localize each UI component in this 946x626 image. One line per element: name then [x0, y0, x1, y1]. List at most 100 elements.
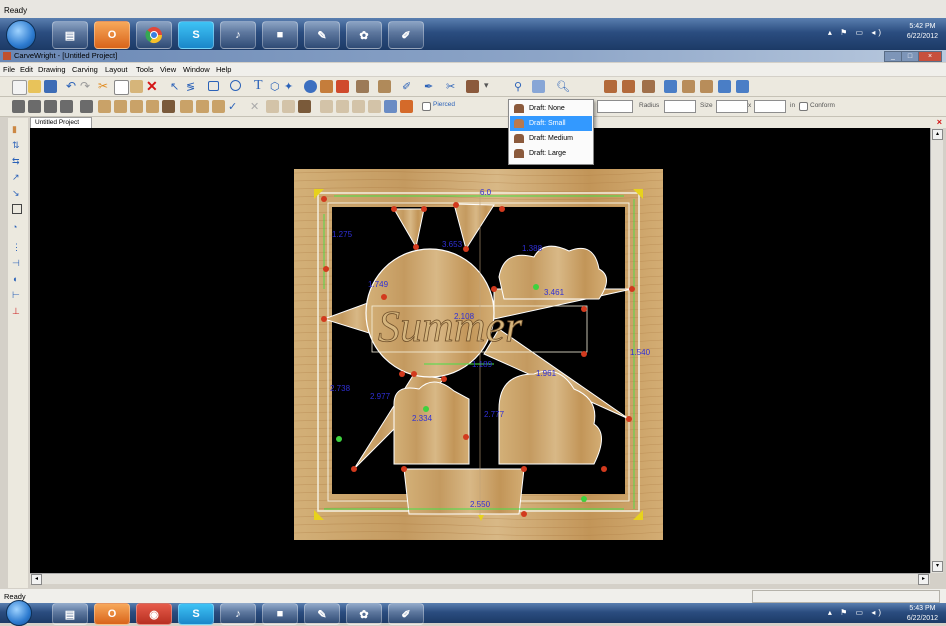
itunes-taskbar-icon[interactable]: ♪ [220, 603, 256, 625]
r-icon[interactable] [622, 80, 635, 93]
weld-icon[interactable] [80, 100, 93, 113]
skype-taskbar-icon[interactable]: S [178, 603, 214, 625]
board-texture-icon-1[interactable] [98, 100, 111, 113]
menu-help[interactable]: Help [216, 65, 231, 74]
maximize-button[interactable]: □ [901, 51, 919, 62]
skype-taskbar-icon[interactable]: S [178, 21, 214, 49]
vertical-scrollbar[interactable]: ▴ ▾ [930, 128, 943, 573]
undo-icon[interactable]: ↶ [66, 80, 79, 93]
outlook-taskbar-icon[interactable]: O [94, 21, 130, 49]
outlook-taskbar-icon[interactable]: O [94, 603, 130, 625]
select-arrow-icon[interactable]: ↖ [170, 80, 183, 93]
minimize-button[interactable]: _ [884, 51, 902, 62]
globe-icon[interactable] [304, 80, 317, 93]
cutout-icon[interactable]: ✂ [446, 80, 459, 93]
layout-icon-1[interactable] [664, 80, 677, 93]
align-icon-3[interactable] [212, 100, 225, 113]
paste-icon[interactable] [130, 80, 143, 93]
vertical-tool-3-icon[interactable]: ⇆ [12, 156, 23, 167]
freehand-tool-icon[interactable]: ✦ [284, 80, 297, 93]
menu-drawing[interactable]: Drawing [38, 65, 66, 74]
disabled-tool-icon[interactable]: ✕ [250, 100, 263, 113]
menu-view[interactable]: View [160, 65, 176, 74]
open-folder-icon[interactable] [28, 80, 41, 93]
scroll-left-button[interactable]: ◂ [31, 574, 42, 585]
brush-icon[interactable]: ✐ [402, 80, 415, 93]
close-button[interactable]: × [918, 51, 942, 62]
explorer-taskbar-icon[interactable]: ▤ [52, 603, 88, 625]
f-icon[interactable] [604, 80, 617, 93]
vertical-tool-8-icon[interactable]: ⋮ [12, 242, 23, 253]
view-3d-icon[interactable] [532, 80, 545, 93]
layout-icon-4[interactable] [718, 80, 731, 93]
start-button-bottom[interactable] [6, 600, 32, 626]
vertical-tool-7-icon[interactable]: ◔ [12, 222, 23, 233]
radius-field[interactable] [664, 100, 696, 113]
zoom-icon[interactable]: 🔍︎ [556, 80, 570, 93]
stack-icon-1[interactable] [266, 100, 279, 113]
vertical-tool-4-icon[interactable]: ↗ [12, 172, 23, 183]
media-taskbar-icon[interactable]: ■ [262, 21, 298, 49]
menu-carving[interactable]: Carving [72, 65, 98, 74]
draft-value-field[interactable] [597, 100, 633, 113]
save-icon[interactable] [44, 80, 57, 93]
close-document-icon[interactable]: × [937, 117, 942, 127]
pattern-fill-icon[interactable] [384, 100, 397, 113]
clock-bottom[interactable]: 5:43 PM 6/22/2012 [907, 604, 938, 624]
text-tool-icon[interactable]: T [254, 78, 267, 93]
board-texture-icon-5[interactable] [162, 100, 175, 113]
vertical-tool-9-icon[interactable]: ⊣ [12, 258, 23, 269]
mirror-icon-3[interactable] [352, 100, 365, 113]
mirror-icon-2[interactable] [336, 100, 349, 113]
layout-icon-3[interactable] [700, 80, 713, 93]
pen-icon[interactable]: ✒ [424, 80, 437, 93]
conform-checkbox[interactable] [799, 102, 808, 111]
stack-icon-3[interactable] [298, 100, 311, 113]
board-icon[interactable] [642, 80, 655, 93]
vertical-tool-12-icon[interactable]: ⊥ [12, 306, 23, 317]
scroll-right-button[interactable]: ▸ [918, 574, 929, 585]
menu-tools[interactable]: Tools [136, 65, 154, 74]
texture-icon[interactable] [378, 80, 391, 93]
vertical-tool-6-icon[interactable] [12, 204, 22, 214]
chrome-taskbar-icon[interactable]: ◉ [136, 603, 172, 625]
align-icon-1[interactable] [180, 100, 193, 113]
subtract-icon[interactable] [60, 100, 73, 113]
layout-icon-5[interactable] [736, 80, 749, 93]
vertical-tool-11-icon[interactable]: ⊢ [12, 290, 23, 301]
vertical-tool-1-icon[interactable]: ▮ [12, 124, 23, 135]
board-texture-icon-3[interactable] [130, 100, 143, 113]
ungroup-icon[interactable] [28, 100, 41, 113]
mirror-icon-1[interactable] [320, 100, 333, 113]
paint-taskbar-icon[interactable]: ✎ [304, 21, 340, 49]
layout-icon-2[interactable] [682, 80, 695, 93]
notepad-taskbar-icon[interactable]: ✐ [388, 21, 424, 49]
group-icon[interactable] [12, 100, 25, 113]
wood-board[interactable]: Summer 6.0 1.275 3.653 1.388 3.461 1.749… [294, 169, 663, 540]
ellipse-tool-icon[interactable] [230, 80, 241, 91]
draft-none-item[interactable]: Draft: None [510, 101, 592, 116]
polygon-tool-icon[interactable]: ⬡ [270, 80, 283, 93]
chrome-taskbar-icon[interactable] [136, 21, 172, 49]
measure-icon[interactable]: ✓ [228, 100, 241, 113]
new-file-icon[interactable] [12, 80, 27, 95]
board-texture-icon-2[interactable] [114, 100, 127, 113]
paint-taskbar-icon[interactable]: ✎ [304, 603, 340, 625]
menu-edit[interactable]: Edit [20, 65, 33, 74]
scroll-up-button[interactable]: ▴ [932, 129, 943, 140]
vertical-tool-10-icon[interactable]: ◖ [12, 274, 23, 285]
start-button[interactable] [6, 20, 36, 50]
draft-small-item[interactable]: Draft: Small [510, 116, 592, 131]
explorer-taskbar-icon[interactable]: ▤ [52, 21, 88, 49]
copy-icon[interactable] [114, 80, 129, 95]
align-icon-2[interactable] [196, 100, 209, 113]
mirror-icon-4[interactable] [368, 100, 381, 113]
carve-region-icon[interactable] [336, 80, 349, 93]
pattern-icon[interactable] [356, 80, 369, 93]
menu-file[interactable]: File [3, 65, 15, 74]
board-texture-icon-4[interactable] [146, 100, 159, 113]
vertical-tool-2-icon[interactable]: ⇅ [12, 140, 23, 151]
draft-dropdown-arrow-icon[interactable]: ▾ [484, 80, 497, 93]
system-tray-icons[interactable]: ▴ ⚑ ▭ ◂) [828, 608, 884, 617]
system-tray-icons[interactable]: ▴ ⚑ ▭ ◂) [828, 28, 884, 37]
